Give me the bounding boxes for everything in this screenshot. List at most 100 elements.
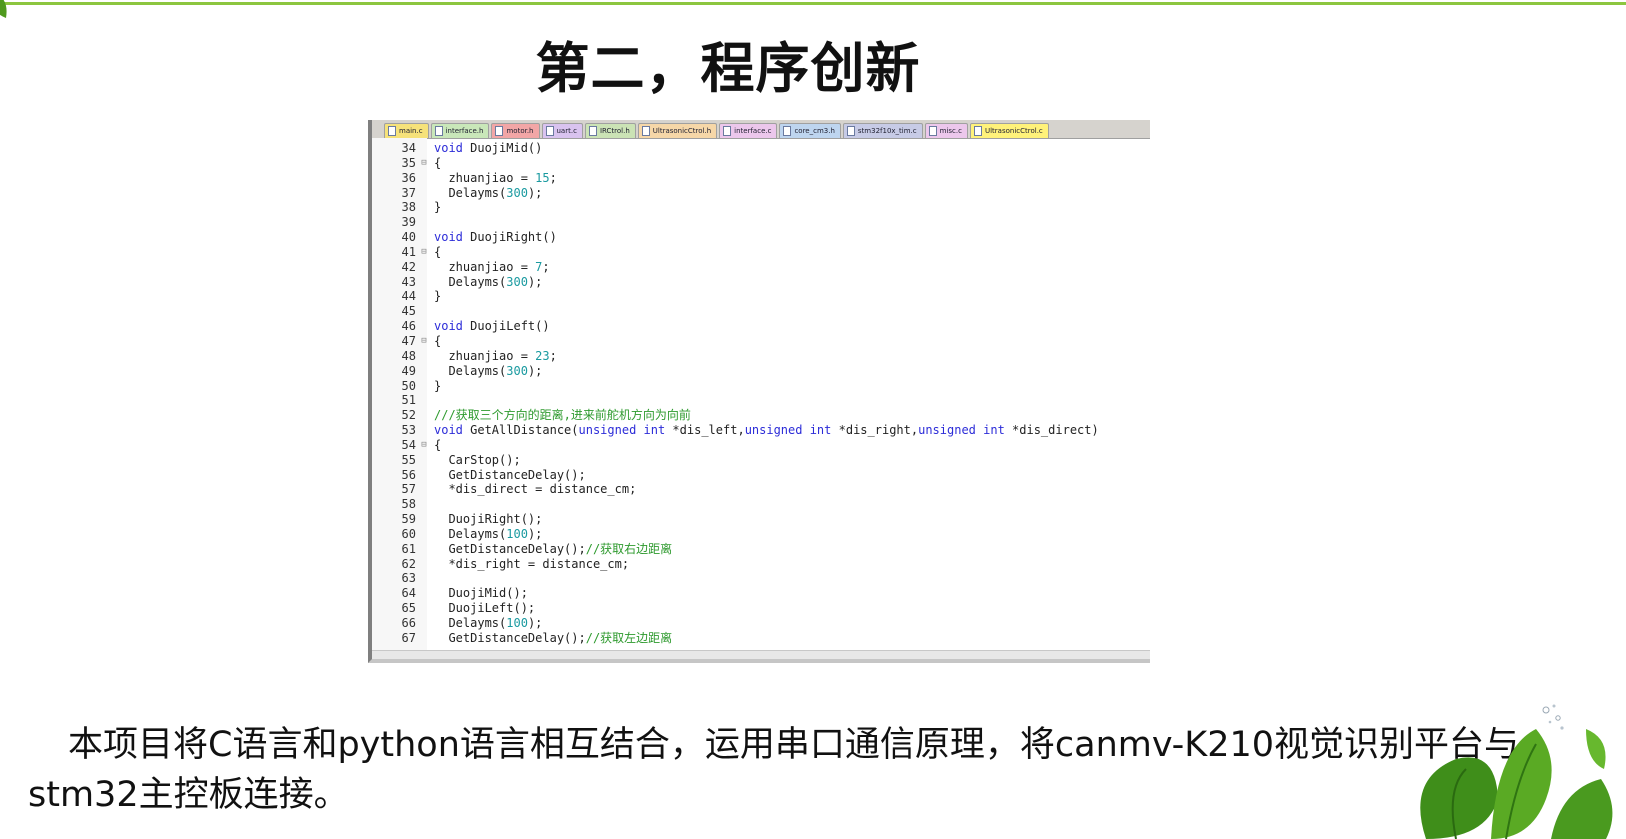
line-number: 51 [401, 393, 416, 408]
code-token: Delayms( [434, 616, 507, 630]
line-number: 60 [401, 526, 416, 541]
page-title: 第二，程序创新 [535, 37, 921, 100]
code-token: GetDistanceDelay(); [434, 467, 586, 482]
code-text: zhuanjiao = 7; [430, 259, 550, 275]
editor-tab[interactable]: UltrasonicCtrol.c [969, 123, 1049, 138]
line-number: 35 [401, 155, 416, 170]
editor-tab-label: UltrasonicCtrol.c [984, 127, 1043, 135]
line-number: 56 [401, 467, 416, 482]
code-line: 66 Delayms(100); [372, 616, 1150, 631]
code-line: 36 zhuanjiao = 15; [372, 171, 1150, 186]
line-number: 41 [401, 244, 416, 259]
editor-tab[interactable]: main.c [384, 123, 429, 138]
code-token: unsigned int [744, 423, 832, 438]
code-token: //获取右边距离 [585, 541, 673, 556]
code-line: 48 zhuanjiao = 23; [372, 349, 1150, 364]
fold-marker-icon [418, 453, 430, 468]
code-text: DuojiMid(); [430, 586, 528, 601]
decorative-leaves-icon [1420, 729, 1613, 839]
editor-tab[interactable]: interface.h [430, 123, 490, 138]
code-line: 51 [372, 393, 1150, 408]
editor-tab[interactable]: interface.c [719, 123, 778, 138]
line-number: 62 [401, 556, 416, 571]
fold-marker-icon [418, 616, 430, 631]
code-token: ; [542, 259, 550, 274]
code-line: 58 [372, 497, 1150, 512]
code-editor-screenshot: main.c interface.h motor.h uart.c IRCtrol.h U… [368, 120, 1150, 663]
code-token: zhuanjiao = [434, 259, 536, 274]
fold-marker-icon [418, 215, 430, 230]
line-number: 63 [401, 571, 416, 586]
fold-marker-icon [418, 512, 430, 527]
code-token: 300 [506, 274, 528, 289]
code-line: 37 Delayms(300); [372, 186, 1150, 201]
code-text: *dis_right = distance_cm; [430, 557, 629, 572]
line-number: 37 [401, 185, 416, 200]
line-number: 54 [401, 437, 416, 452]
code-token: 100 [506, 526, 528, 541]
code-token: zhuanjiao = [434, 348, 536, 363]
line-number: 67 [401, 630, 416, 645]
code-token: void [434, 423, 463, 438]
code-token: DuojiMid(); [434, 586, 528, 601]
editor-tab[interactable]: misc.c [924, 123, 968, 138]
code-token: Delayms( [434, 526, 507, 541]
corner-leaf-icon [0, 0, 7, 18]
code-text: } [430, 379, 441, 394]
line-number: 39 [401, 215, 416, 230]
code-token: DuojiRight() [462, 230, 557, 245]
editor-tab[interactable]: stm32f10x_tim.c [842, 123, 923, 138]
editor-tab[interactable]: core_cm3.h [779, 123, 841, 138]
fold-marker-icon[interactable]: ⊟ [418, 156, 430, 171]
code-text: { [430, 438, 441, 453]
line-number: 45 [401, 304, 416, 319]
editor-tab-label: motor.h [506, 127, 534, 135]
code-line: 64 DuojiMid(); [372, 586, 1150, 601]
code-token: ); [527, 274, 543, 289]
fold-marker-icon [418, 423, 430, 438]
code-token: ; [549, 348, 557, 363]
fold-marker-icon [418, 186, 430, 201]
code-text: Delayms(300); [430, 186, 542, 201]
fold-marker-icon[interactable]: ⊟ [418, 438, 430, 453]
line-number: 59 [401, 512, 416, 527]
code-token: Delayms( [434, 363, 507, 378]
code-line: 50} [372, 379, 1150, 394]
code-token: 15 [535, 170, 550, 185]
code-token: *dis_direct) [1004, 423, 1099, 438]
code-text: Delayms(100); [430, 527, 542, 542]
editor-tab[interactable]: motor.h [491, 123, 540, 138]
fold-marker-icon[interactable]: ⊟ [418, 334, 430, 349]
editor-tab[interactable]: IRCtrol.h [584, 123, 636, 138]
editor-tab-label: uart.c [556, 127, 577, 135]
code-token: GetDistanceDelay(); [434, 630, 586, 645]
line-number: 49 [401, 363, 416, 378]
line-number: 64 [401, 586, 416, 601]
editor-tab[interactable]: uart.c [541, 123, 583, 138]
code-token: 300 [506, 185, 528, 200]
top-accent-line [0, 2, 1626, 5]
code-line: 35 ⊟ { [372, 156, 1150, 171]
code-text: GetDistanceDelay();//获取右边距离 [430, 542, 672, 557]
fold-marker-icon [418, 542, 430, 557]
fold-marker-icon [418, 468, 430, 483]
fold-marker-icon [418, 482, 430, 497]
code-text: } [430, 289, 441, 304]
file-icon [723, 126, 732, 136]
code-line: 61 GetDistanceDelay();//获取右边距离 [372, 542, 1150, 557]
fold-marker-icon[interactable]: ⊟ [418, 245, 430, 260]
code-line: 65 DuojiLeft(); [372, 601, 1150, 616]
editor-tab[interactable]: UltrasonicCtrol.h [637, 123, 718, 138]
code-token: { [434, 155, 442, 170]
code-token: 300 [506, 363, 528, 378]
fold-marker-icon [418, 200, 430, 215]
line-number: 46 [401, 319, 416, 334]
code-token: CarStop(); [434, 452, 521, 467]
line-number: 58 [401, 497, 416, 512]
code-text: *dis_direct = distance_cm; [430, 482, 636, 497]
code-line: 47 ⊟ { [372, 334, 1150, 349]
code-line: 56 GetDistanceDelay(); [372, 468, 1150, 483]
file-icon [434, 126, 443, 136]
editor-tab-label: UltrasonicCtrol.h [652, 127, 712, 135]
